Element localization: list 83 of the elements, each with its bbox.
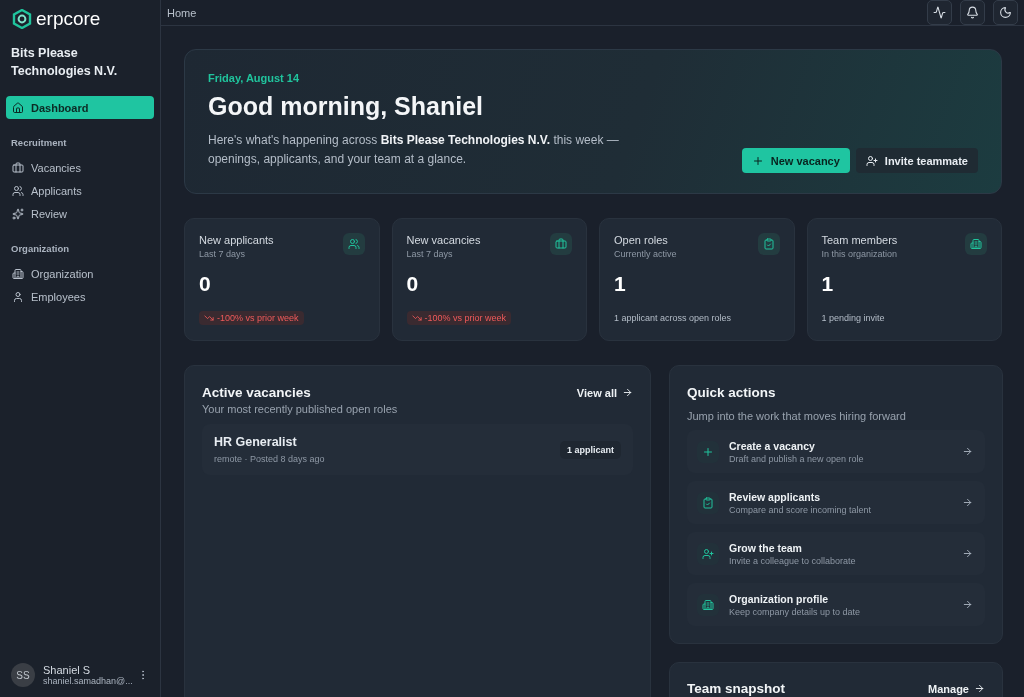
- userplus-icon: [702, 547, 714, 560]
- greeting: Good morning, Shaniel: [208, 92, 484, 121]
- panel-title: Team snapshot: [687, 681, 786, 696]
- invite-button[interactable]: Invite teammate: [855, 148, 978, 173]
- clipboard-icon: [762, 238, 775, 250]
- sparkles-icon: [12, 207, 24, 220]
- plus-icon: [702, 445, 714, 458]
- stat-value: 1: [821, 272, 835, 296]
- home-icon: [12, 101, 24, 114]
- action-title: Review applicants: [729, 490, 822, 503]
- briefcase-icon: [555, 238, 567, 250]
- new-vacancy-button[interactable]: New vacancy: [741, 148, 850, 173]
- user-name: Shaniel S: [43, 664, 92, 676]
- nav-item[interactable]: Review: [6, 202, 154, 225]
- logo-icon: [12, 9, 32, 29]
- stat-note: 1 pending invite: [821, 313, 886, 323]
- vacancy-meta: remote · Posted 8 days ago: [214, 454, 325, 464]
- stat-note: 1 applicant across open roles: [614, 313, 733, 323]
- arrow-icon: [622, 387, 633, 398]
- stat-value: 0: [199, 272, 212, 296]
- applicant-count: 1 applicant: [560, 440, 621, 459]
- arrow-icon: [974, 683, 985, 694]
- briefcase-icon: [12, 161, 24, 174]
- building-icon: [970, 238, 982, 250]
- panel-title: Active vacancies: [202, 385, 311, 400]
- nav-item[interactable]: Dashboard: [6, 96, 154, 119]
- nav-item[interactable]: Employees: [6, 285, 154, 308]
- users-icon: [347, 238, 360, 250]
- moon-icon: [999, 6, 1012, 19]
- nav-item[interactable]: Vacancies: [6, 156, 154, 179]
- manage-link[interactable]: Manage: [928, 682, 985, 695]
- action-subtitle: Compare and score incoming talent: [729, 504, 873, 515]
- action-subtitle: Draft and publish a new open role: [729, 453, 865, 464]
- stat-title: Open roles: [614, 234, 668, 246]
- arrow-icon: [962, 497, 973, 508]
- breadcrumb[interactable]: Home: [167, 6, 197, 19]
- stat-value: 1: [614, 272, 627, 296]
- stat-subtitle: Last 7 days: [406, 249, 453, 259]
- organization-name: Bits Please Technologies N.V.: [10, 45, 119, 80]
- nav-item[interactable]: Organization: [6, 262, 154, 285]
- arrow-icon: [962, 548, 973, 559]
- section-title: Organization: [10, 243, 71, 254]
- stat-subtitle: Last 7 days: [199, 249, 246, 259]
- user-icon: [12, 290, 24, 303]
- panel-subtitle: Your most recently published open roles: [202, 403, 399, 415]
- building-icon: [12, 267, 24, 280]
- action-title: Create a vacancy: [729, 439, 816, 452]
- action-subtitle: Keep company details up to date: [729, 606, 862, 617]
- trend-down-icon: [411, 313, 422, 323]
- building-icon: [702, 598, 714, 611]
- action-title: Organization profile: [729, 592, 830, 605]
- stat-subtitle: Currently active: [614, 249, 677, 259]
- user-plus-icon: [865, 154, 878, 167]
- clipboard-icon: [702, 496, 714, 509]
- panel-title: Quick actions: [687, 385, 777, 400]
- plus-icon: [751, 154, 764, 167]
- pulse-icon: [933, 6, 946, 19]
- stat-title: Team members: [821, 234, 898, 246]
- panel-subtitle: Jump into the work that moves hiring forward: [687, 410, 907, 422]
- trend-badge: -100% vs prior week: [406, 311, 512, 325]
- avatar: SS: [11, 663, 35, 687]
- users-icon: [12, 184, 24, 197]
- summary-text: Here's what's happening across Bits Please Technologies N.V. this week — openings, applicants, and your team at a glance.: [208, 132, 620, 168]
- activity-button[interactable]: [927, 0, 952, 25]
- trend-badge: -100% vs prior week: [199, 311, 304, 325]
- bell-icon: [966, 6, 979, 19]
- action-subtitle: Invite a colleague to collaborate: [729, 555, 857, 566]
- notifications-button[interactable]: [960, 0, 985, 25]
- stat-subtitle: In this organization: [821, 249, 898, 259]
- vacancy-title: HR Generalist: [214, 435, 298, 449]
- section-title: Recruitment: [10, 137, 68, 148]
- nav-item[interactable]: Applicants: [6, 179, 154, 202]
- stat-title: New vacancies: [406, 234, 481, 246]
- arrow-icon: [962, 599, 973, 610]
- arrow-icon: [962, 446, 973, 457]
- trend-down-icon: [204, 313, 214, 323]
- view-all-link[interactable]: View all: [576, 386, 633, 399]
- brand-name: erpcore: [36, 8, 101, 30]
- stat-value: 0: [406, 272, 420, 296]
- theme-button[interactable]: [993, 0, 1018, 25]
- date-label: Friday, August 14: [208, 72, 301, 84]
- action-title: Grow the team: [729, 541, 803, 554]
- stat-title: New applicants: [199, 234, 274, 246]
